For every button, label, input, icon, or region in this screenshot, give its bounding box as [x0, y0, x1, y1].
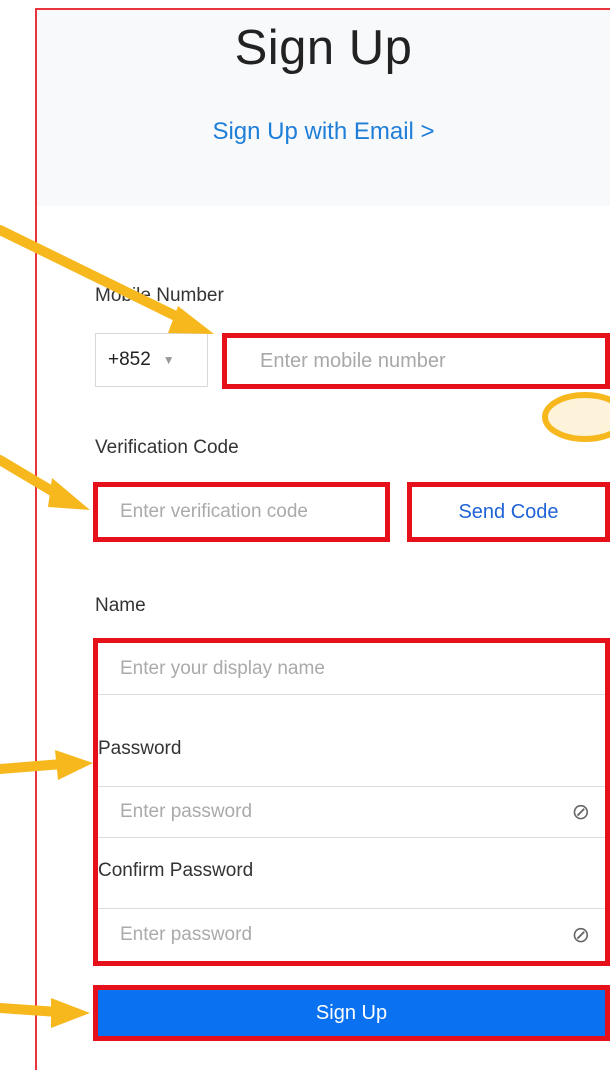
mobile-number-label: Mobile Number [95, 285, 224, 306]
chevron-down-icon: ▼ [162, 353, 175, 367]
name-label: Name [95, 595, 146, 616]
verification-code-label: Verification Code [95, 437, 239, 458]
verification-code-placeholder: Enter verification code [120, 501, 308, 522]
signup-with-email-link[interactable]: Sign Up with Email > [37, 118, 610, 146]
mobile-number-input[interactable]: Enter mobile number [222, 333, 610, 389]
send-code-button[interactable]: Send Code [407, 482, 610, 542]
verification-code-input[interactable]: Enter verification code [93, 482, 390, 542]
name-password-highlight-box [93, 638, 610, 966]
page-title: Sign Up [234, 21, 413, 75]
sign-up-button[interactable]: Sign Up [93, 985, 610, 1041]
country-code-value: +852 [108, 349, 151, 370]
country-code-select[interactable]: +852 ▼ [95, 333, 208, 387]
mobile-number-placeholder: Enter mobile number [260, 349, 446, 372]
